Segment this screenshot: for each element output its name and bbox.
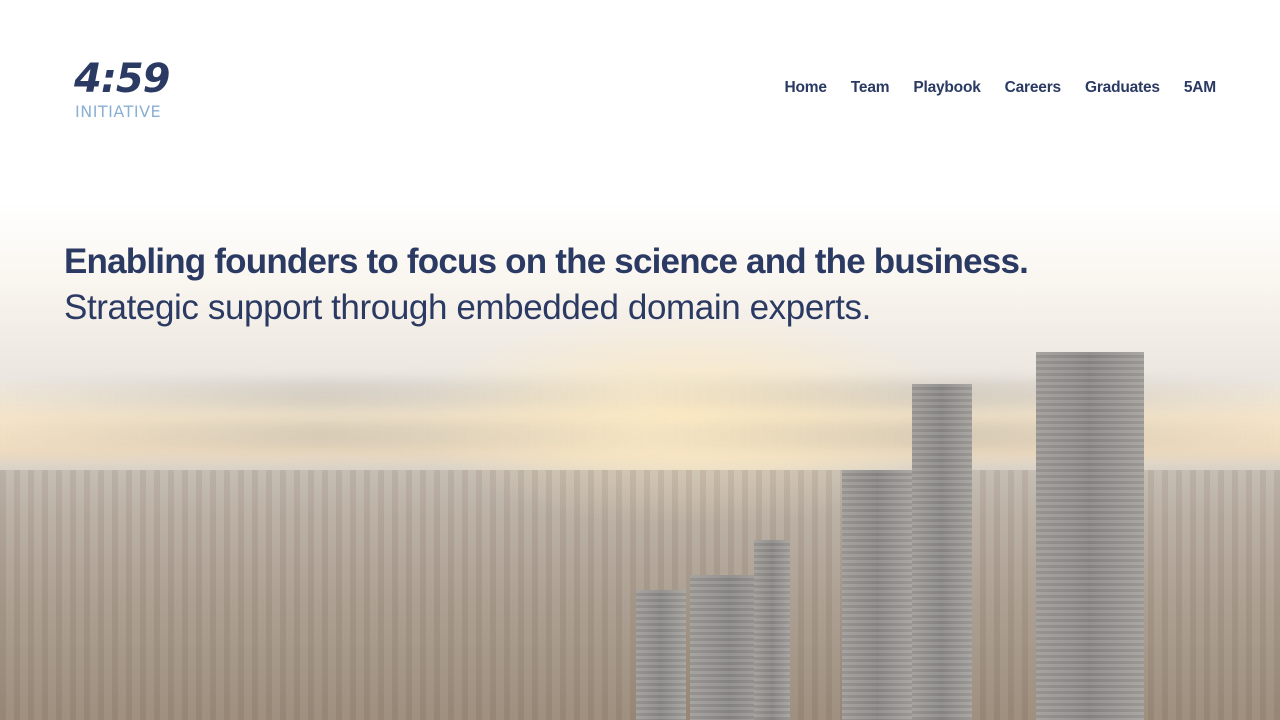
site-logo[interactable]: 4:59 INITIATIVE (74, 58, 180, 122)
site-header: 4:59 INITIATIVE Home Team Playbook Caree… (0, 0, 1280, 170)
nav-home[interactable]: Home (785, 76, 827, 100)
skyscraper (842, 470, 912, 720)
nav-team[interactable]: Team (851, 76, 890, 100)
skyscraper (912, 384, 972, 720)
hero-subtitle: Strategic support through embedded domai… (64, 288, 871, 327)
nav-graduates[interactable]: Graduates (1085, 76, 1160, 100)
nav-5am[interactable]: 5AM (1184, 76, 1216, 100)
logo-subtitle: INITIATIVE (75, 102, 162, 121)
main-nav: Home Team Playbook Careers Graduates 5AM (785, 76, 1217, 100)
hero-title: Enabling founders to focus on the scienc… (64, 242, 1029, 281)
nav-playbook[interactable]: Playbook (913, 76, 981, 100)
building (754, 540, 790, 720)
skyscraper (1036, 352, 1144, 720)
building (636, 590, 686, 720)
logo-number: 4:59 (74, 56, 171, 102)
nav-careers[interactable]: Careers (1005, 76, 1062, 100)
